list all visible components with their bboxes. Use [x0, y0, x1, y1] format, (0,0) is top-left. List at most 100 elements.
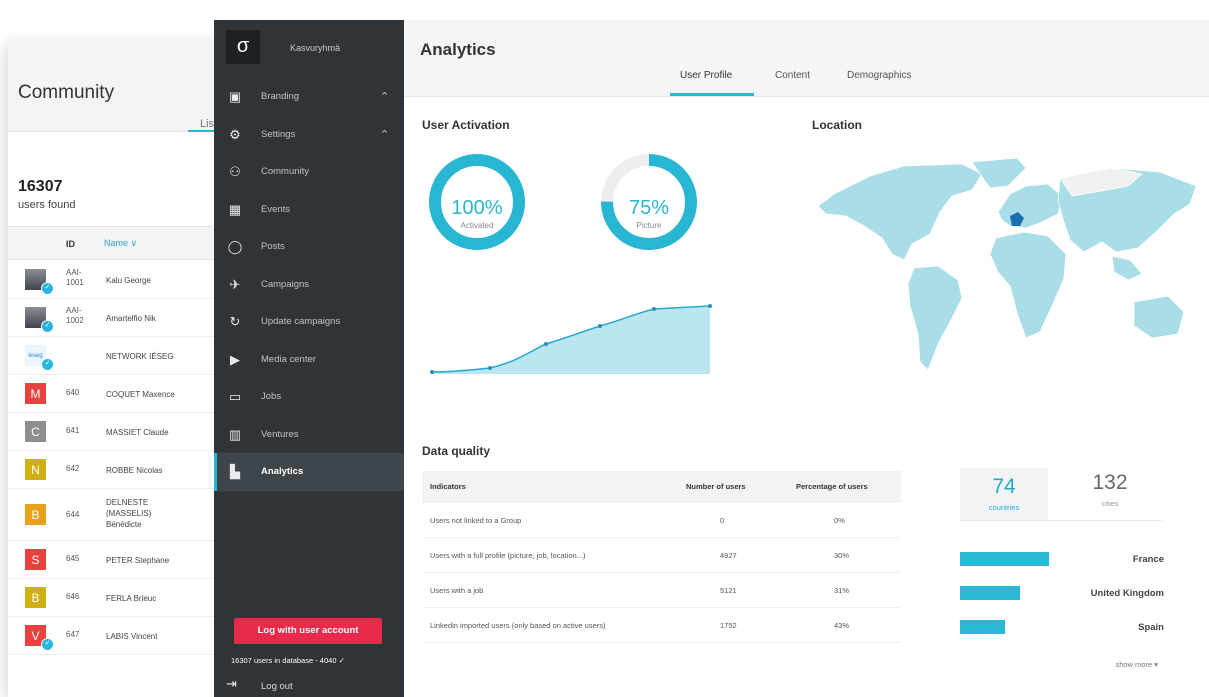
table-row[interactable]: S 645 PETER Stephane — [8, 541, 240, 579]
table-row[interactable]: ieseg ✓ NETWORK IÉSEG — [8, 337, 240, 375]
app-logo[interactable]: σ — [226, 30, 260, 64]
refresh-icon: ↻ — [229, 314, 241, 329]
area-point — [598, 324, 602, 328]
sidebar-item-events[interactable]: ▦ Events — [214, 191, 404, 229]
sidebar-item-community[interactable]: ⚇ Community — [214, 153, 404, 191]
countries-panel: 74 countries 132 cities France United Kin… — [960, 468, 1166, 669]
sidebar-item-jobs[interactable]: ▭ Jobs — [214, 378, 404, 416]
number-cell: 5121 — [720, 586, 737, 595]
community-header: Community Lis — [8, 40, 240, 132]
panel-divider — [960, 520, 1162, 521]
verified-check-icon: ✓ — [41, 358, 54, 371]
building-icon: ▥ — [228, 426, 242, 442]
world-map — [817, 157, 1197, 371]
table-row[interactable]: ✓ AAI- 1001 Kalu George — [8, 261, 240, 299]
column-name[interactable]: Name ∨ — [104, 238, 137, 249]
data-quality-title: Data quality — [422, 444, 491, 458]
org-name: Kasvuryhmä — [290, 43, 341, 53]
log-with-user-account-button[interactable]: Log with user account — [234, 618, 382, 644]
user-name[interactable]: DELNESTE (MASSELIS) Bénédicte — [106, 497, 216, 530]
user-id: AAI- 1001 — [66, 268, 84, 287]
database-info: 16307 users in database - 4040 ✓ — [231, 656, 345, 665]
sidebar-item-analytics[interactable]: ▙ Analytics — [214, 453, 404, 491]
table-row[interactable]: V ✓ 647 LABIS Vincent — [8, 617, 240, 655]
sidebar-item-branding[interactable]: ▣ Branding ⌃ — [214, 78, 404, 116]
area-point — [488, 366, 492, 370]
avatar: C — [25, 421, 46, 442]
user-name[interactable]: NETWORK IÉSEG — [106, 351, 216, 362]
user-id: 644 — [66, 510, 80, 519]
bar-chart-icon: ▙ — [230, 464, 240, 479]
show-more-link[interactable]: show more ▾ — [1115, 660, 1158, 669]
logout-label: Log out — [261, 681, 293, 692]
user-id: 640 — [66, 388, 80, 397]
picture-donut: 75% Picture — [600, 153, 698, 251]
sidebar-item-update-campaigns[interactable]: ↻ Update campaigns — [214, 303, 404, 341]
chevron-up-icon[interactable]: ⌃ — [380, 128, 389, 141]
users-table: ✓ AAI- 1001 Kalu George ✓ AAI- 1002 Amartelfi… — [8, 261, 240, 655]
tab-content[interactable]: Content — [775, 70, 810, 81]
australia-shape — [1133, 295, 1185, 339]
area-point — [708, 304, 712, 308]
sidebar-item-settings[interactable]: ⚙ Settings ⌃ — [214, 116, 404, 154]
users-icon: ⚇ — [229, 164, 241, 179]
sidebar-item-media-center[interactable]: ▶ Media center — [214, 341, 404, 379]
table-row[interactable]: B 644 DELNESTE (MASSELIS) Bénédicte — [8, 489, 240, 541]
user-name[interactable]: MASSIET Claude — [106, 427, 216, 438]
table-row: Users not linked to a Group 0 0% — [422, 503, 901, 538]
avatar: M — [25, 383, 46, 404]
sidebar-item-label: Analytics — [261, 466, 304, 477]
country-row: France — [960, 549, 1166, 569]
sidebar-item-label: Events — [261, 203, 291, 215]
table-row[interactable]: M 640 COQUET Maxence — [8, 375, 240, 413]
user-name[interactable]: Amartelfio Nik — [106, 313, 216, 324]
indicator-cell: Linkedin imported users (only based on a… — [430, 621, 606, 630]
briefcase-icon: ▭ — [228, 389, 242, 404]
verified-check-icon: ✓ — [41, 320, 54, 333]
table-row[interactable]: N 642 ROBBE Nicolas — [8, 451, 240, 489]
sidebar-item-campaigns[interactable]: ✈ Campaigns — [214, 266, 404, 304]
tab-countries[interactable]: 74 countries — [960, 468, 1048, 520]
sidebar-item-label: Media center — [261, 353, 316, 365]
country-name: United Kingdom — [1090, 588, 1164, 599]
speech-bubble-icon: ◯ — [227, 239, 243, 254]
number-cell: 1752 — [720, 621, 737, 630]
user-name[interactable]: Kalu George — [106, 275, 216, 286]
table-row[interactable]: ✓ AAI- 1002 Amartelfio Nik — [8, 299, 240, 337]
user-id: 642 — [66, 464, 80, 473]
tab-demographics[interactable]: Demographics — [847, 70, 911, 81]
europe-shape — [997, 183, 1063, 229]
table-row: Users with a job 5121 31% — [422, 573, 901, 608]
analytics-panel: Analytics User Profile Content Demograph… — [404, 20, 1209, 697]
number-cell: 0 — [720, 516, 725, 525]
cities-count: 132 — [1092, 471, 1128, 494]
user-name[interactable]: COQUET Maxence — [106, 389, 216, 400]
table-row[interactable]: B 646 FERLA Brieuc — [8, 579, 240, 617]
user-name[interactable]: LABIS Vincent — [106, 631, 216, 642]
user-id: 641 — [66, 426, 80, 435]
user-name[interactable]: FERLA Brieuc — [106, 593, 216, 604]
sidebar-item-ventures[interactable]: ▥ Ventures — [214, 416, 404, 454]
tab-list[interactable]: Lis — [200, 118, 214, 130]
user-name[interactable]: PETER Stephane — [106, 555, 216, 566]
country-name: Spain — [1138, 622, 1164, 633]
chevron-up-icon[interactable]: ⌃ — [380, 90, 389, 103]
country-row: Spain — [960, 617, 1166, 637]
sidebar-item-posts[interactable]: ◯ Posts — [214, 228, 404, 266]
verified-check-icon: ✓ — [41, 282, 54, 295]
picture-caption: Picture — [636, 221, 662, 230]
tab-user-profile[interactable]: User Profile — [680, 70, 732, 81]
africa-shape — [989, 231, 1067, 339]
indicator-cell: Users with a job — [430, 586, 484, 595]
logout-button[interactable]: ⇥ Log out — [226, 676, 396, 696]
users-table-header: ID Name ∨ — [8, 226, 240, 260]
greenland-shape — [971, 157, 1027, 189]
percentage-cell: 31% — [834, 586, 850, 595]
sidebar-item-label: Jobs — [261, 391, 282, 402]
user-name[interactable]: ROBBE Nicolas — [106, 465, 216, 476]
column-id[interactable]: ID — [66, 239, 75, 249]
table-row[interactable]: C 641 MASSIET Claude — [8, 413, 240, 451]
user-id: AAI- 1002 — [66, 306, 84, 325]
percentage-cell: 43% — [834, 621, 850, 630]
activated-donut: 100% Activated — [428, 153, 526, 251]
